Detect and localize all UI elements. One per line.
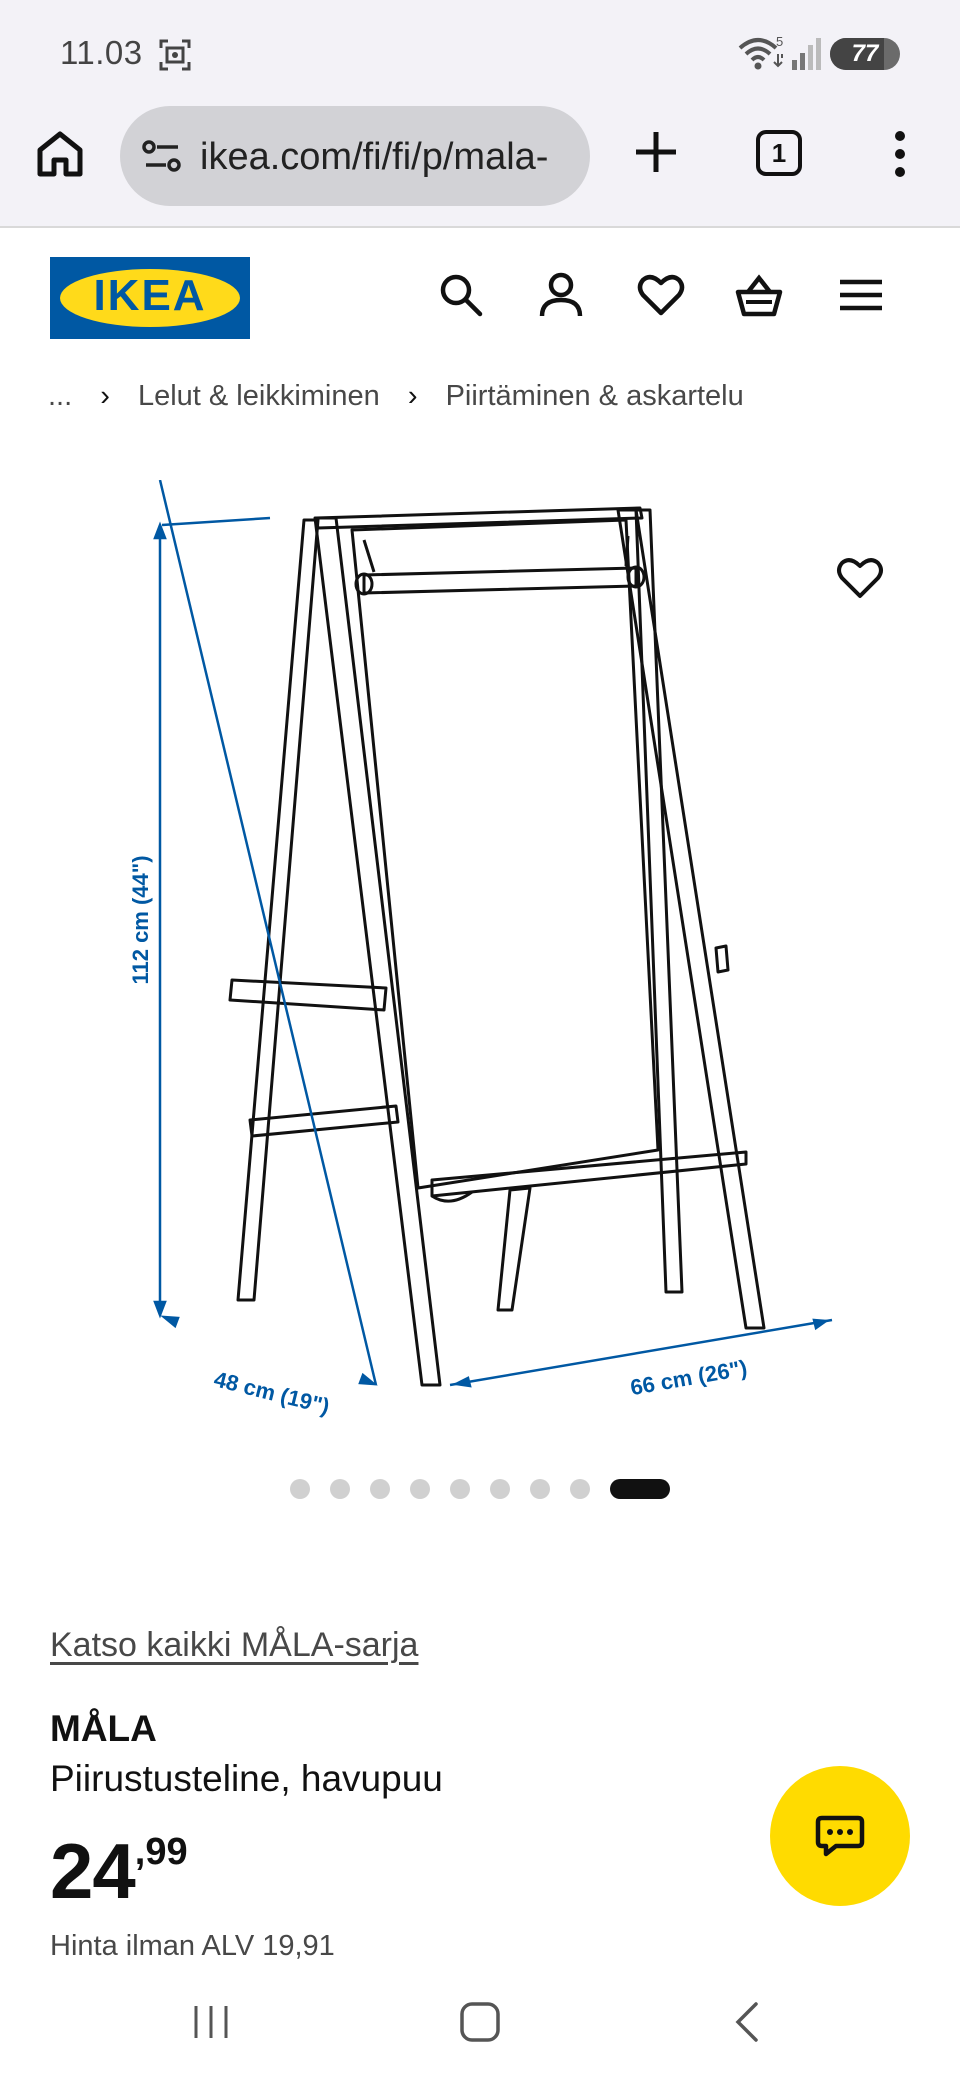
menu-icon[interactable] — [888, 126, 912, 182]
chat-icon — [815, 1815, 865, 1857]
hamburger-icon[interactable] — [836, 270, 886, 320]
carousel-dot[interactable] — [290, 1479, 310, 1499]
price-excl-vat: Hinta ilman ALV 19,91 — [50, 1930, 335, 1962]
carousel-dot[interactable] — [450, 1479, 470, 1499]
breadcrumb: ... › Lelut & leikkiminen › Piirtäminen … — [48, 380, 744, 413]
site-info-icon[interactable] — [142, 138, 182, 174]
chevron-right-icon: › — [407, 380, 418, 412]
price-integer: 24 — [50, 1827, 136, 1915]
carousel-dot[interactable] — [530, 1479, 550, 1499]
system-nav-bar — [0, 1980, 960, 2080]
chevron-right-icon: › — [100, 380, 110, 412]
url-text[interactable]: ikea.com/fi/fi/p/mala- — [200, 136, 548, 179]
dimension-depth: 48 cm (19") — [212, 1366, 333, 1419]
carousel-dot-active[interactable] — [610, 1479, 670, 1499]
product-description: Piirustusteline, havupuu — [50, 1758, 443, 1799]
breadcrumb-ellipsis[interactable]: ... — [48, 380, 72, 413]
battery-icon: 77 — [830, 38, 900, 70]
tabs-icon[interactable]: 1 — [756, 130, 802, 176]
recents-icon[interactable] — [190, 2002, 232, 2042]
carousel-dot[interactable] — [410, 1479, 430, 1499]
home-button-icon[interactable] — [458, 2000, 502, 2044]
product-image[interactable]: 112 cm (44") 48 cm (19") 66 cm (26") — [120, 480, 840, 1440]
cart-icon[interactable] — [734, 270, 784, 320]
browser-toolbar: ikea.com/fi/fi/p/mala- 1 — [0, 100, 960, 228]
carousel-dot[interactable] — [570, 1479, 590, 1499]
series-link[interactable]: Katso kaikki MÅLA-sarja — [50, 1626, 418, 1665]
signal-icon — [792, 38, 821, 70]
carousel-dot[interactable] — [330, 1479, 350, 1499]
price-decimal: ,99 — [134, 1831, 188, 1873]
carousel-dot[interactable] — [370, 1479, 390, 1499]
home-icon[interactable] — [34, 128, 86, 180]
ikea-logo[interactable]: IKEA — [50, 257, 250, 339]
dimension-width: 66 cm (26") — [628, 1355, 749, 1400]
carousel-dot[interactable] — [490, 1479, 510, 1499]
carousel-dots — [290, 1478, 670, 1500]
battery-level: 77 — [851, 40, 879, 67]
search-icon[interactable] — [436, 270, 486, 320]
wifi-badge: 5 — [776, 34, 783, 49]
status-bar: 11.03 5 77 — [0, 0, 960, 100]
dimension-height: 112 cm (44") — [128, 855, 153, 984]
logo-text: IKEA — [93, 271, 207, 320]
breadcrumb-item-drawing[interactable]: Piirtäminen & askartelu — [446, 380, 744, 413]
screenshot-icon — [159, 39, 191, 71]
wifi-icon: 5 — [738, 34, 783, 70]
product-name: MÅLA — [50, 1708, 157, 1749]
favourite-heart-icon[interactable] — [836, 556, 884, 600]
url-bar[interactable]: ikea.com/fi/fi/p/mala- — [120, 106, 590, 206]
wishlist-icon[interactable] — [636, 270, 686, 320]
product-price: 24,99 — [50, 1826, 188, 1917]
chat-button[interactable] — [770, 1766, 910, 1906]
back-icon[interactable] — [732, 2000, 762, 2044]
status-time: 11.03 — [60, 34, 143, 71]
account-icon[interactable] — [536, 270, 586, 320]
breadcrumb-item-toys[interactable]: Lelut & leikkiminen — [138, 380, 380, 413]
new-tab-icon[interactable] — [628, 124, 684, 180]
